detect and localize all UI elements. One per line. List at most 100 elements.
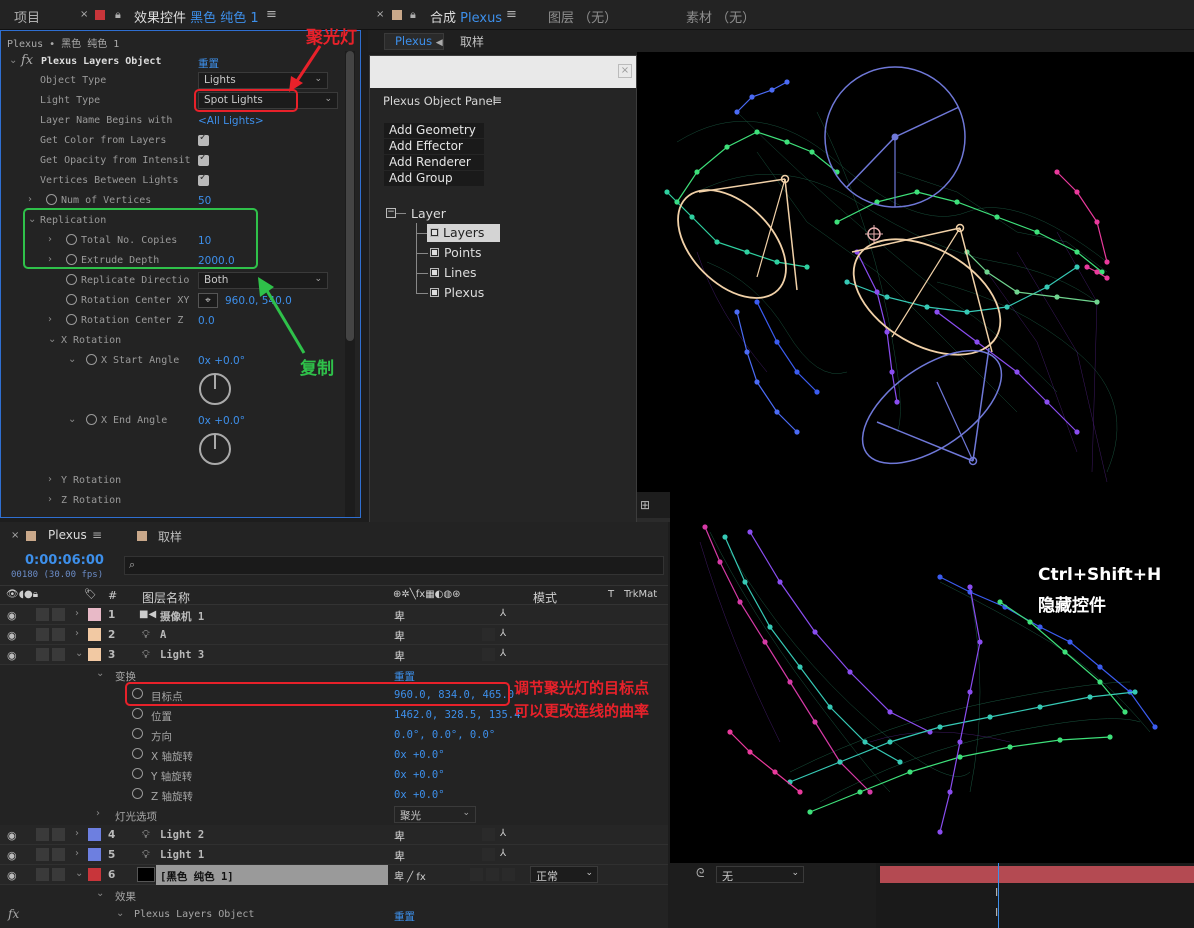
switch-box[interactable]	[486, 868, 499, 881]
chevron-down-icon[interactable]: ⌄	[116, 908, 124, 919]
x-start-dial[interactable]	[199, 373, 231, 405]
menu-icon[interactable]: ≡	[492, 93, 502, 107]
label-color[interactable]	[88, 648, 101, 661]
chevron-down-icon[interactable]: ⌄	[75, 648, 83, 659]
lock-icon[interactable]: 🔒︎	[410, 8, 416, 22]
chevron-down-icon[interactable]: ⌄	[96, 668, 104, 679]
effect-item-row[interactable]: fx ⌄ Plexus Layers Object 重置	[0, 905, 668, 925]
stopwatch-icon[interactable]	[132, 788, 143, 799]
menu-icon[interactable]: ≡	[506, 7, 517, 22]
prop-value[interactable]: 0x +0.0°	[394, 789, 445, 801]
switches-icons[interactable]: 卑 ╱ fx	[394, 868, 426, 883]
shy-switch-icon[interactable]: 卑	[394, 628, 405, 644]
prop-z-rotation[interactable]: Z 轴旋转 0x +0.0°	[0, 785, 668, 805]
audio-toggle[interactable]	[36, 868, 49, 881]
tab-plexus-timeline[interactable]: Plexus	[48, 528, 87, 542]
prop-value[interactable]: 0x +0.0°	[394, 769, 445, 781]
spiral-icon[interactable]: ᘓ	[696, 866, 704, 881]
eye-icon[interactable]: ◉	[7, 869, 17, 882]
shy-switch-icon[interactable]: 卑	[394, 608, 405, 624]
prop-orientation[interactable]: 方向 0.0°, 0.0°, 0.0°	[0, 725, 668, 745]
effects-row[interactable]: ⌄ 效果	[0, 885, 668, 905]
solo-toggle[interactable]	[52, 848, 65, 861]
stopwatch-icon[interactable]	[132, 768, 143, 779]
switch-box[interactable]	[482, 828, 495, 841]
eye-icon[interactable]: ◉	[7, 649, 17, 662]
tree-item-lines[interactable]: Lines	[444, 265, 477, 280]
close-icon[interactable]: ×	[618, 64, 632, 78]
tree-root-layer[interactable]: Layer	[411, 206, 446, 221]
layer-row-2[interactable]: ◉ › 2 💡︎ A 卑 ⅄	[0, 625, 668, 645]
scrollbar-thumb[interactable]	[346, 51, 354, 341]
tree-item-layers[interactable]: Layers	[427, 224, 500, 242]
switch-box[interactable]	[470, 868, 483, 881]
label-color[interactable]	[88, 628, 101, 641]
switch-box[interactable]	[482, 628, 495, 641]
shy-switch-icon[interactable]: 卑	[394, 848, 405, 864]
tree-collapse-icon[interactable]: −	[386, 208, 396, 218]
chevron-down-icon[interactable]: ⌄	[75, 868, 83, 879]
trkmat-dropdown[interactable]: 无 ⌄	[716, 866, 804, 883]
keyframe-marker[interactable]: I	[995, 906, 998, 919]
subtab-sample[interactable]: 取样	[460, 33, 484, 50]
solo-toggle[interactable]	[52, 628, 65, 641]
subtab-plexus[interactable]: Plexus ◀	[384, 33, 444, 50]
prop-y-rotation[interactable]: Y 轴旋转 0x +0.0°	[0, 765, 668, 785]
timecode[interactable]: 0:00:06:00	[25, 553, 104, 568]
stopwatch-icon[interactable]	[132, 748, 143, 759]
layer-row-1[interactable]: ◉ › 1 ■◀ 摄像机 1 卑 ⅄	[0, 605, 668, 625]
stopwatch-icon[interactable]	[132, 708, 143, 719]
solo-toggle[interactable]	[52, 608, 65, 621]
close-icon[interactable]: ×	[80, 9, 88, 20]
light-type-dropdown[interactable]: 聚光 ⌄	[394, 806, 476, 823]
prop-x-rotation[interactable]: X 轴旋转 0x +0.0°	[0, 745, 668, 765]
effect-reset[interactable]: 重置	[394, 909, 415, 924]
tab-sample-timeline[interactable]: 取样	[158, 528, 182, 545]
crosshair-icon[interactable]: ⌖	[198, 293, 218, 308]
layer-bar[interactable]	[880, 866, 1194, 883]
chevron-down-icon[interactable]: ⌄	[48, 334, 56, 345]
mode-dropdown[interactable]: 正常 ⌄	[530, 866, 598, 883]
audio-toggle[interactable]	[36, 828, 49, 841]
stopwatch-icon[interactable]	[86, 414, 97, 425]
label-color[interactable]	[88, 828, 101, 841]
get-opacity-checkbox[interactable]	[198, 152, 209, 166]
chevron-right-icon[interactable]: ›	[96, 808, 100, 819]
close-icon[interactable]: ×	[376, 9, 384, 20]
scrollbar[interactable]	[345, 51, 355, 517]
stopwatch-icon[interactable]	[66, 294, 77, 305]
chevron-down-icon[interactable]: ⌄	[96, 888, 104, 899]
stopwatch-icon[interactable]	[86, 354, 97, 365]
chevron-right-icon[interactable]: ›	[75, 828, 79, 839]
audio-toggle[interactable]	[36, 628, 49, 641]
parent-pick-icon[interactable]: ⅄	[500, 848, 506, 859]
layer-row-4[interactable]: ◉ › 4 💡︎ Light 2 卑 ⅄	[0, 825, 668, 845]
add-geometry-button[interactable]: Add Geometry	[384, 123, 484, 138]
prop-value[interactable]: 0x +0.0°	[394, 749, 445, 761]
audio-toggle[interactable]	[36, 608, 49, 621]
close-icon[interactable]: ×	[11, 530, 19, 541]
prop-value[interactable]: 1462.0, 328.5, 135.4	[394, 709, 520, 721]
chevron-right-icon[interactable]: ›	[28, 194, 32, 205]
chevron-right-icon[interactable]: ›	[75, 848, 79, 859]
eye-icon[interactable]: ◉	[7, 629, 17, 642]
chevron-right-icon[interactable]: ›	[48, 474, 52, 485]
vertices-between-checkbox[interactable]	[198, 172, 209, 186]
eye-icon[interactable]: ◉	[7, 609, 17, 622]
stopwatch-icon[interactable]	[132, 728, 143, 739]
stopwatch-icon[interactable]	[66, 314, 77, 325]
add-effector-button[interactable]: Add Effector	[384, 139, 484, 154]
eye-icon[interactable]: ◉	[7, 849, 17, 862]
add-renderer-button[interactable]: Add Renderer	[384, 155, 484, 170]
prop-value[interactable]: 0.0°, 0.0°, 0.0°	[394, 729, 495, 741]
menu-icon[interactable]: ≡	[266, 7, 277, 22]
switch-box[interactable]	[502, 868, 515, 881]
tree-item-points[interactable]: Points	[444, 245, 482, 260]
switch-box[interactable]	[482, 848, 495, 861]
chevron-right-icon[interactable]: ›	[48, 494, 52, 505]
grid-icon[interactable]: ⊞	[640, 498, 650, 512]
rotation-center-z-value[interactable]: 0.0	[198, 315, 215, 327]
parent-pick-icon[interactable]: ⅄	[500, 608, 506, 619]
parent-pick-icon[interactable]: ⅄	[500, 628, 506, 639]
chevron-down-icon[interactable]: ⌄	[68, 414, 76, 425]
